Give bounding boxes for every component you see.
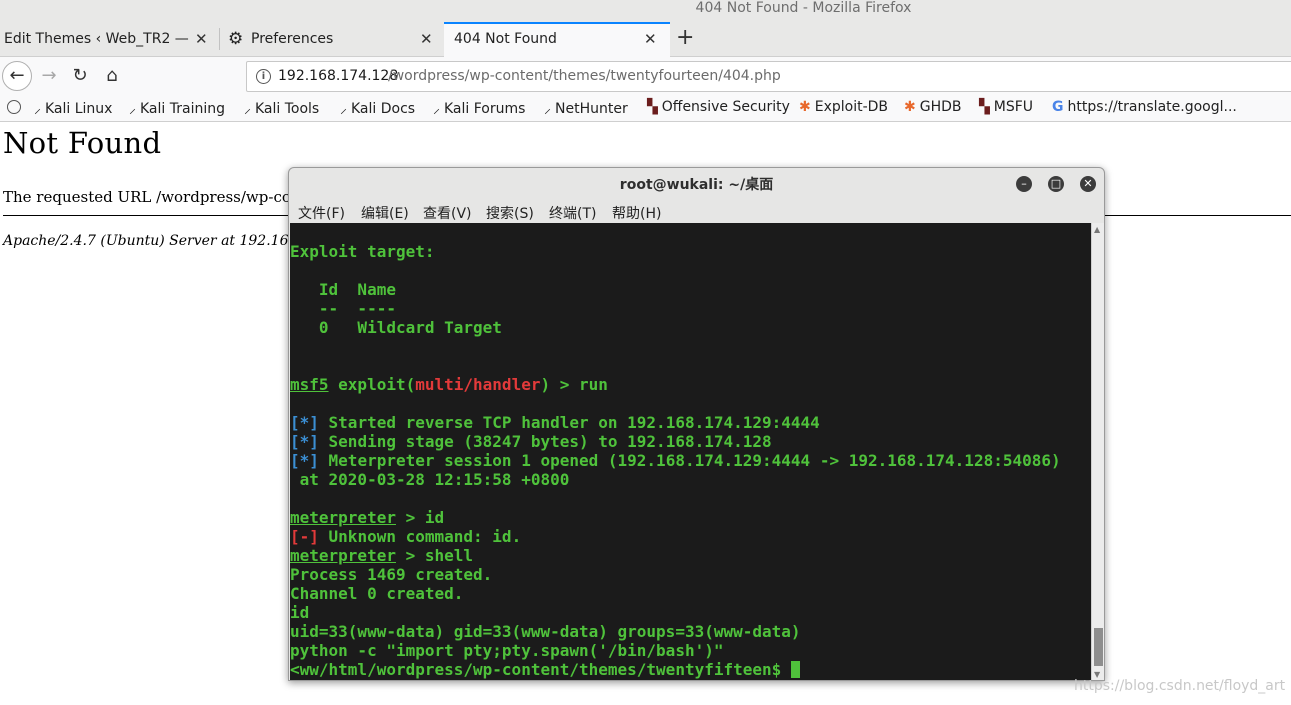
minimize-button[interactable]: –: [1016, 176, 1032, 192]
terminal-cursor: [790, 661, 800, 678]
kali-icon: ⸝: [34, 101, 41, 117]
tab-404-not-found[interactable]: 404 Not Found ✕: [444, 22, 670, 57]
error-message: The requested URL /wordpress/wp-cont: [3, 188, 307, 206]
tab-separator: [219, 28, 220, 50]
bookmark-kali-training[interactable]: ⸝ Kali Training: [129, 99, 225, 118]
kali-icon: ⸝: [544, 101, 551, 117]
exploitdb-icon: ✱: [799, 99, 811, 115]
bookmark-kali-forums[interactable]: ⸝ Kali Forums: [433, 99, 525, 118]
terminal-menubar: 文件(F) 编辑(E) 查看(V) 搜索(S) 终端(T) 帮助(H): [289, 200, 1104, 224]
scrollbar-thumb[interactable]: [1094, 628, 1103, 666]
tab-label: Preferences: [251, 31, 334, 47]
bookmark-ghdb[interactable]: ✱ GHDB: [904, 99, 962, 115]
page-heading: Not Found: [3, 126, 162, 160]
info-icon[interactable]: i: [256, 69, 271, 84]
bookmark-label: MSFU: [993, 99, 1034, 115]
tab-preferences[interactable]: ⚙ Preferences ✕: [226, 22, 440, 56]
tab-label: Edit Themes ‹ Web_TR2 — \: [4, 31, 190, 47]
menu-terminal[interactable]: 终端(T): [549, 203, 596, 223]
url-bar[interactable]: i 192.168.174.128 /wordpress/wp-content/…: [246, 61, 1291, 92]
tab-strip: Edit Themes ‹ Web_TR2 — \ ✕ ⚙ Preference…: [0, 22, 1291, 57]
gear-icon: ⚙: [228, 29, 244, 49]
window-titlebar: 404 Not Found - Mozilla Firefox: [0, 0, 1291, 22]
close-icon[interactable]: ✕: [195, 30, 208, 48]
forward-button[interactable]: →: [36, 63, 62, 89]
kali-icon: ⸝: [244, 101, 251, 117]
menu-help[interactable]: 帮助(H): [612, 203, 661, 223]
back-button[interactable]: ←: [2, 61, 32, 91]
navigation-toolbar: ← → ↻ ⌂ i 192.168.174.128 /wordpress/wp-…: [0, 57, 1291, 94]
close-icon[interactable]: ✕: [644, 30, 657, 48]
bookmark-translate[interactable]: Ghttps://translate.googl...: [1052, 99, 1237, 115]
offsec-icon: ▚: [647, 99, 658, 115]
bookmark-label: https://translate.googl...: [1067, 99, 1237, 115]
reload-button[interactable]: ↻: [67, 63, 93, 89]
terminal-output[interactable]: Exploit target: Id Name -- ---- 0 Wildca…: [290, 223, 1091, 680]
close-icon[interactable]: ✕: [420, 30, 433, 48]
bookmark-label: Kali Docs: [351, 101, 416, 117]
bookmark-label: Kali Forums: [444, 101, 526, 117]
kali-icon: ⸝: [340, 101, 347, 117]
close-button[interactable]: ✕: [1080, 176, 1096, 192]
bookmark-offensive-security[interactable]: ▚ Offensive Security: [647, 99, 790, 115]
history-icon[interactable]: [7, 100, 21, 114]
bookmark-kali-tools[interactable]: ⸝ Kali Tools: [244, 99, 319, 118]
kali-icon: ⸝: [433, 101, 440, 117]
bookmark-msfu[interactable]: ▚ MSFU: [979, 99, 1033, 115]
bookmarks-toolbar: ⸝ Kali Linux ⸝ Kali Training ⸝ Kali Tools ⸝…: [0, 94, 1291, 122]
bookmark-label: NetHunter: [555, 101, 628, 117]
menu-view[interactable]: 查看(V): [423, 203, 472, 223]
terminal-scrollbar[interactable]: ▲ ▼: [1091, 223, 1104, 680]
bookmark-label: Kali Tools: [255, 101, 320, 117]
maximize-button[interactable]: □: [1048, 176, 1064, 192]
bookmark-exploit-db[interactable]: ✱ Exploit-DB: [799, 99, 888, 115]
offsec-icon: ▚: [979, 99, 990, 115]
scroll-up-icon[interactable]: ▲: [1094, 225, 1100, 234]
bookmark-label: Exploit-DB: [814, 99, 889, 115]
bookmark-kali-linux[interactable]: ⸝ Kali Linux: [34, 99, 112, 118]
menu-edit[interactable]: 编辑(E): [361, 203, 409, 223]
url-host: 192.168.174.128: [278, 68, 399, 84]
home-button[interactable]: ⌂: [99, 63, 125, 89]
watermark: https://blog.csdn.net/floyd_art: [1074, 678, 1286, 694]
terminal-text: Exploit target: Id Name -- ---- 0 Wildca…: [290, 242, 1061, 679]
tab-edit-themes[interactable]: Edit Themes ‹ Web_TR2 — \ ✕: [0, 22, 212, 56]
google-translate-icon: G: [1052, 99, 1064, 115]
terminal-title: root@wukali: ~/桌面: [619, 177, 774, 193]
menu-search[interactable]: 搜索(S): [486, 203, 534, 223]
bookmark-kali-docs[interactable]: ⸝ Kali Docs: [340, 99, 415, 118]
bookmark-label: GHDB: [919, 99, 962, 115]
url-path: /wordpress/wp-content/themes/twentyfourt…: [388, 68, 781, 84]
exploitdb-icon: ✱: [904, 99, 916, 115]
terminal-window[interactable]: root@wukali: ~/桌面 – □ ✕ 文件(F) 编辑(E) 查看(V…: [288, 167, 1105, 681]
bookmark-label: Kali Training: [140, 101, 225, 117]
tab-label: 404 Not Found: [454, 31, 557, 47]
kali-icon: ⸝: [129, 101, 136, 117]
menu-file[interactable]: 文件(F): [298, 203, 345, 223]
bookmark-label: Offensive Security: [661, 99, 790, 115]
bookmark-nethunter[interactable]: ⸝ NetHunter: [544, 99, 628, 118]
window-title: 404 Not Found - Mozilla Firefox: [695, 0, 912, 16]
new-tab-button[interactable]: +: [676, 25, 694, 50]
bookmark-label: Kali Linux: [45, 101, 113, 117]
